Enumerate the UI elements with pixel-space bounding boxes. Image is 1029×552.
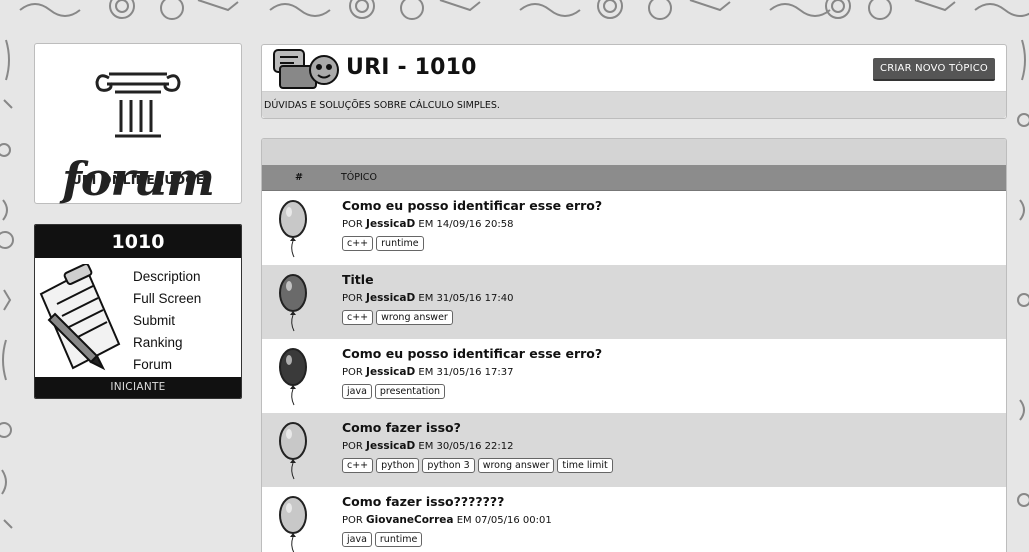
topics-table: # TÓPICO Como eu posso identificar esse … bbox=[261, 138, 1007, 552]
tag-badge[interactable]: runtime bbox=[376, 236, 424, 251]
topic-meta: POR JessicaD EM 31/05/16 17:37 bbox=[342, 366, 513, 378]
topics-header-row: # TÓPICO bbox=[262, 165, 1006, 191]
topic-by-label: POR bbox=[342, 515, 363, 526]
topic-author[interactable]: JessicaD bbox=[366, 440, 415, 452]
topic-date: EM 31/05/16 17:40 bbox=[418, 293, 514, 304]
topic-row[interactable]: Como fazer isso? POR JessicaD EM 30/05/16… bbox=[262, 413, 1006, 487]
topic-list: Como eu posso identificar esse erro? POR … bbox=[262, 191, 1006, 552]
tag-badge[interactable]: python 3 bbox=[422, 458, 475, 473]
tag-badge[interactable]: c++ bbox=[342, 310, 374, 325]
new-topic-button[interactable]: CRIAR NOVO TÓPICO bbox=[873, 58, 995, 81]
logo-subtitle: URI ONLINE JUDGE bbox=[71, 172, 205, 187]
problem-menu: Description Full Screen Submit Ranking F… bbox=[133, 266, 201, 376]
menu-full-screen[interactable]: Full Screen bbox=[133, 288, 201, 310]
column-icon bbox=[95, 72, 181, 138]
topic-tags: java runtime bbox=[342, 532, 423, 547]
menu-ranking[interactable]: Ranking bbox=[133, 332, 201, 354]
topic-row[interactable]: Como eu posso identificar esse erro? POR … bbox=[262, 339, 1006, 413]
menu-submit[interactable]: Submit bbox=[133, 310, 201, 332]
menu-description[interactable]: Description bbox=[133, 266, 201, 288]
topic-meta: POR JessicaD EM 30/05/16 22:12 bbox=[342, 440, 513, 452]
topic-tags: java presentation bbox=[342, 384, 446, 399]
topic-by-label: POR bbox=[342, 219, 363, 230]
topic-author[interactable]: JessicaD bbox=[366, 292, 415, 304]
topic-meta: POR JessicaD EM 14/09/16 20:58 bbox=[342, 218, 513, 230]
topic-row[interactable]: Como fazer isso??????? POR GiovaneCorrea … bbox=[262, 487, 1006, 552]
tag-badge[interactable]: runtime bbox=[374, 532, 423, 547]
problem-panel: 1010 Description Full Screen Submit Rank… bbox=[34, 224, 242, 399]
topic-tags: c++ python python 3 wrong answer time limit bbox=[342, 458, 613, 473]
topic-title[interactable]: Como eu posso identificar esse erro? bbox=[342, 346, 602, 361]
forum-chat-icon bbox=[273, 49, 339, 89]
balloon-icon bbox=[279, 348, 307, 406]
tag-badge[interactable]: java bbox=[342, 532, 372, 547]
topic-title[interactable]: Title bbox=[342, 272, 374, 287]
topic-by-label: POR bbox=[342, 367, 363, 378]
topic-by-label: POR bbox=[342, 441, 363, 452]
topic-row[interactable]: Title POR JessicaD EM 31/05/16 17:40 c++ wr… bbox=[262, 265, 1006, 339]
forum-description: DÚVIDAS E SOLUÇÕES SOBRE CÁLCULO SIMPLES… bbox=[262, 91, 1006, 118]
tag-badge[interactable]: wrong answer bbox=[477, 458, 555, 473]
column-topic: TÓPICO bbox=[341, 172, 377, 183]
tag-badge[interactable]: java bbox=[342, 384, 372, 399]
balloon-icon bbox=[279, 496, 307, 552]
topic-by-label: POR bbox=[342, 293, 363, 304]
problem-number: 1010 bbox=[35, 225, 241, 258]
topic-meta: POR JessicaD EM 31/05/16 17:40 bbox=[342, 292, 513, 304]
tag-badge[interactable]: wrong answer bbox=[376, 310, 453, 325]
topic-row[interactable]: Como eu posso identificar esse erro? POR … bbox=[262, 191, 1006, 265]
topic-meta: POR GiovaneCorrea EM 07/05/16 00:01 bbox=[342, 514, 552, 526]
topics-toolbar bbox=[262, 139, 1006, 165]
tag-badge[interactable]: c++ bbox=[342, 236, 374, 251]
topic-title[interactable]: Como fazer isso??????? bbox=[342, 494, 504, 509]
topic-title[interactable]: Como fazer isso? bbox=[342, 420, 461, 435]
topic-date: EM 07/05/16 00:01 bbox=[456, 515, 552, 526]
problem-level: INICIANTE bbox=[35, 377, 241, 398]
forum-logo[interactable]: forum URI ONLINE JUDGE bbox=[34, 43, 242, 204]
balloon-icon bbox=[279, 200, 307, 258]
topic-tags: c++ wrong answer bbox=[342, 310, 453, 325]
topic-date: EM 14/09/16 20:58 bbox=[418, 219, 514, 230]
topic-author[interactable]: JessicaD bbox=[366, 218, 415, 230]
topic-tags: c++ runtime bbox=[342, 236, 424, 251]
forum-header: URI - 1010 CRIAR NOVO TÓPICO DÚVIDAS E S… bbox=[261, 44, 1007, 119]
topic-date: EM 30/05/16 22:12 bbox=[418, 441, 514, 452]
topic-date: EM 31/05/16 17:37 bbox=[418, 367, 514, 378]
topic-author[interactable]: JessicaD bbox=[366, 366, 415, 378]
balloon-icon bbox=[279, 274, 307, 332]
menu-forum[interactable]: Forum bbox=[133, 354, 201, 376]
tag-badge[interactable]: time limit bbox=[557, 458, 613, 473]
column-number: # bbox=[295, 172, 303, 183]
page-title: URI - 1010 bbox=[346, 55, 477, 80]
clipboard-pencil-icon bbox=[39, 264, 121, 371]
tag-badge[interactable]: presentation bbox=[374, 384, 446, 399]
balloon-icon bbox=[279, 422, 307, 480]
tag-badge[interactable]: python bbox=[376, 458, 420, 473]
topic-title[interactable]: Como eu posso identificar esse erro? bbox=[342, 198, 602, 213]
topic-author[interactable]: GiovaneCorrea bbox=[366, 514, 453, 526]
tag-badge[interactable]: c++ bbox=[342, 458, 374, 473]
